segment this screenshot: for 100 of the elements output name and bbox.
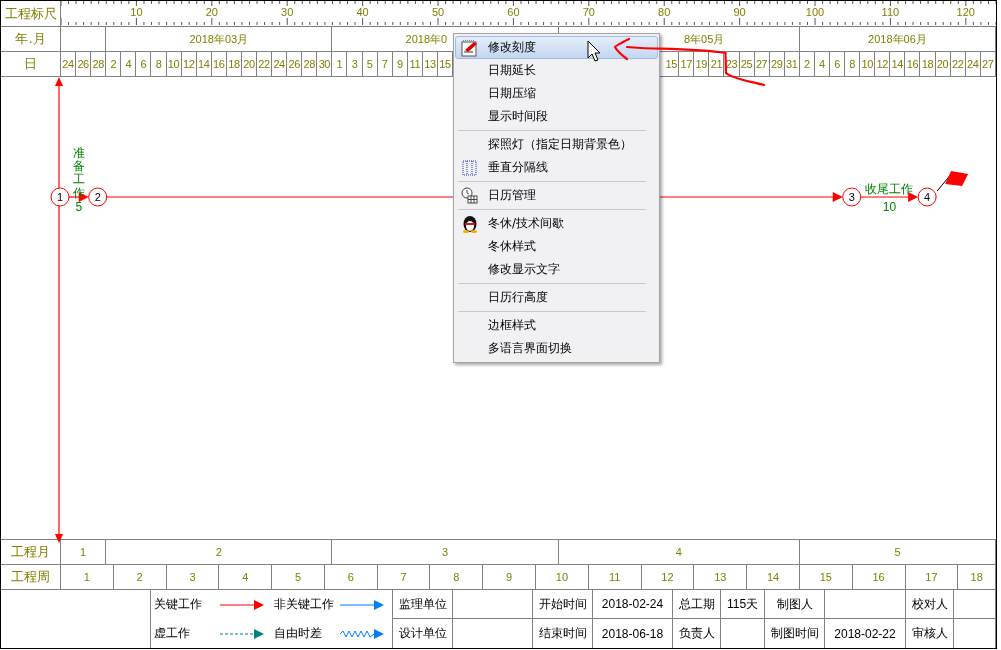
day-cell: 18 <box>920 52 936 76</box>
table-cell: 制图时间 <box>765 619 825 648</box>
month-cell: 2018年03月 <box>106 27 333 51</box>
table-cell: 2018-06-18 <box>593 619 673 648</box>
week-number: 18 <box>958 565 996 589</box>
table-cell: 制图人 <box>765 590 825 619</box>
day-cell: 31 <box>784 52 800 76</box>
day-cell: 6 <box>136 52 152 76</box>
menu-item[interactable]: 边框样式 <box>455 314 658 337</box>
wavy-arrow-icon <box>340 627 384 640</box>
ruler-number: 80 <box>658 6 671 18</box>
menu-item[interactable]: 冬休样式 <box>455 235 658 258</box>
month-number: 5 <box>799 540 996 564</box>
day-cell: 28 <box>91 52 107 76</box>
menu-item[interactable]: 日期压缩 <box>455 82 658 105</box>
table-cell: 2018-02-22 <box>825 619 906 648</box>
task-duration: 10 <box>882 200 897 214</box>
menu-item[interactable]: 冬休/技术间歇 <box>455 212 658 235</box>
menu-item[interactable]: 显示时间段 <box>455 105 658 128</box>
day-cell: 22 <box>257 52 273 76</box>
menu-item[interactable]: 日期延长 <box>455 59 658 82</box>
day-cell: 2 <box>799 52 815 76</box>
day-cell: 12 <box>875 52 891 76</box>
task-name: 准备工作 <box>72 147 85 200</box>
day-cell: 14 <box>196 52 212 76</box>
cursor-icon <box>587 40 601 62</box>
menu-item[interactable]: 修改刻度 <box>455 36 658 59</box>
task-name: 收尾工作 <box>865 181 914 198</box>
ruler-number: 70 <box>582 6 595 18</box>
week-number: 1 <box>61 565 114 589</box>
menu-item[interactable]: 日历行高度 <box>455 286 658 309</box>
menu-item[interactable]: 多语言界面切换 <box>455 337 658 360</box>
solid-arrow-icon <box>220 598 264 611</box>
day-cell: 27 <box>980 52 996 76</box>
day-cell: 21 <box>709 52 725 76</box>
week-number: 14 <box>747 565 800 589</box>
menu-item[interactable]: 垂直分隔线 <box>455 156 658 179</box>
dashed-arrow-icon <box>220 627 264 640</box>
notepad-pen-icon <box>461 38 479 57</box>
ruler-number: 10 <box>130 6 143 18</box>
week-number: 7 <box>377 565 431 589</box>
day-cell: 13 <box>422 52 438 76</box>
ruler-number: 30 <box>281 6 294 18</box>
day-cell: 24 <box>272 52 288 76</box>
day-cell: 4 <box>814 52 830 76</box>
ruler-number: 60 <box>507 6 520 18</box>
legend-label: 非关键工作 <box>274 596 335 613</box>
month-cell: 2018年06月 <box>799 27 996 51</box>
month-number: 4 <box>558 540 800 564</box>
day-cell: 7 <box>377 52 393 76</box>
table-cell: 115天 <box>721 590 765 619</box>
table-cell: 设计单位 <box>393 619 453 648</box>
week-number: 2 <box>113 565 167 589</box>
menu-item[interactable]: 探照灯（指定日期背景色） <box>455 133 658 156</box>
week-number: 3 <box>166 565 220 589</box>
day-cell: 17 <box>679 52 695 76</box>
table-cell: 审核人 <box>906 619 954 648</box>
task-duration: 5 <box>75 200 83 214</box>
month-number: 1 <box>61 540 107 564</box>
ruler-number: 100 <box>805 6 825 18</box>
day-cell: 1 <box>332 52 348 76</box>
row-label: 工程月 <box>1 540 61 564</box>
day-cell: 18 <box>226 52 242 76</box>
penguin-icon <box>461 214 479 233</box>
day-cell: 5 <box>362 52 378 76</box>
week-number: 11 <box>588 565 642 589</box>
table-cell: 总工期 <box>673 590 721 619</box>
month-number: 3 <box>332 540 559 564</box>
row-label: 年.月 <box>1 27 61 51</box>
day-cell: 30 <box>317 52 333 76</box>
week-number: 8 <box>430 565 484 589</box>
network-node: 1 <box>50 187 70 207</box>
day-cell: 6 <box>830 52 846 76</box>
week-number: 6 <box>324 565 378 589</box>
legend-label: 虚工作 <box>154 625 191 642</box>
network-node: 4 <box>917 187 937 207</box>
day-cell: 19 <box>694 52 710 76</box>
ruler-number: 110 <box>881 6 900 18</box>
day-cell: 15 <box>664 52 680 76</box>
day-cell: 26 <box>76 52 92 76</box>
ruler-number: 120 <box>956 6 975 18</box>
ruler-number: 40 <box>356 6 369 18</box>
day-cell: 4 <box>121 52 137 76</box>
menu-item[interactable]: 日历管理 <box>455 184 658 207</box>
week-number: 15 <box>799 565 853 589</box>
week-number: 5 <box>272 565 325 589</box>
week-number: 17 <box>905 565 959 589</box>
day-cell: 29 <box>769 52 785 76</box>
day-cell: 25 <box>739 52 755 76</box>
table-cell: 监理单位 <box>393 590 453 619</box>
month-number: 2 <box>106 540 333 564</box>
dotted-columns-icon <box>462 159 478 176</box>
day-cell: 8 <box>151 52 167 76</box>
legend-label: 自由时差 <box>274 625 323 642</box>
day-cell: 22 <box>950 52 966 76</box>
network-node: 2 <box>88 187 108 207</box>
flag-icon <box>936 171 969 192</box>
menu-item[interactable]: 修改显示文字 <box>455 258 658 281</box>
table-cell: 负责人 <box>673 619 721 648</box>
ruler-number: 50 <box>431 6 445 18</box>
